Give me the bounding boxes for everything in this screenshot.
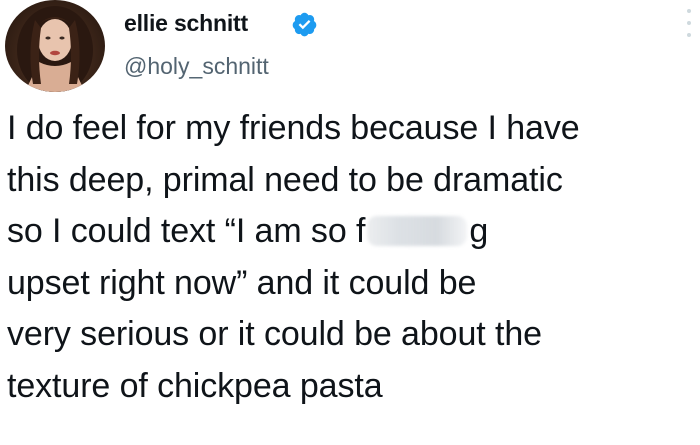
avatar[interactable] bbox=[5, 0, 105, 92]
censor-blur bbox=[367, 216, 468, 246]
more-options-icon[interactable] bbox=[686, 8, 692, 38]
tweet-line: this deep, primal need to be dramatic bbox=[7, 160, 563, 199]
tweet-line: texture of chickpea pasta bbox=[7, 366, 383, 405]
display-name[interactable]: ellie schnitt bbox=[124, 10, 248, 37]
tweet-line-fragment: so I could text “I am so f bbox=[7, 212, 366, 250]
tweet-line: very serious or it could be about the bbox=[7, 315, 542, 353]
tweet-line: I do feel for my friends because I have bbox=[7, 109, 580, 147]
tweet-line: upset right now” and it could be bbox=[7, 263, 477, 302]
user-handle[interactable]: @holy_schnitt bbox=[124, 53, 269, 80]
verified-badge-icon bbox=[292, 12, 317, 37]
tweet-text: I do feel for my friends because I have … bbox=[7, 103, 697, 412]
tweet-line: so I could text “I am so f g bbox=[7, 206, 697, 258]
tweet-card: ellie schnitt @holy_schnitt I do feel fo… bbox=[0, 0, 700, 445]
tweet-line-fragment: g bbox=[469, 212, 489, 250]
avatar-image bbox=[17, 6, 93, 92]
